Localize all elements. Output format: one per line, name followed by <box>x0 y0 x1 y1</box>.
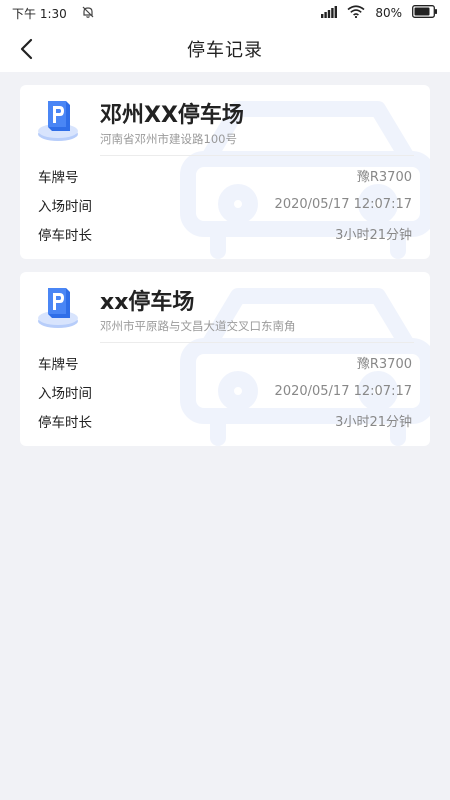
signal-icon <box>321 5 338 21</box>
notification-off-icon <box>81 5 95 22</box>
record-header: xx停车场 邓州市平原路与文昌大道交叉口东南角 <box>20 272 430 343</box>
record-header: 邓州XX停车场 河南省邓州市建设路100号 <box>20 85 430 156</box>
plate-label: 车牌号 <box>38 356 79 373</box>
record-details: 车牌号 豫R3700 入场时间 2020/05/17 12:07:17 停车时长… <box>20 342 430 439</box>
battery-icon <box>412 5 438 21</box>
plate-row: 车牌号 豫R3700 <box>38 161 412 190</box>
duration-row: 停车时长 3小时21分钟 <box>38 219 412 248</box>
page-title: 停车记录 <box>187 40 263 61</box>
navigation-bar: 停车记录 <box>0 26 450 72</box>
parking-lot-address: 河南省邓州市建设路100号 <box>100 132 237 146</box>
plate-value: 豫R3700 <box>356 357 412 372</box>
entry-time-value: 2020/05/17 12:07:17 <box>274 197 412 212</box>
parking-lot-name: xx停车场 <box>100 290 195 315</box>
parking-record-card[interactable]: 邓州XX停车场 河南省邓州市建设路100号 车牌号 豫R3700 入场时间 20… <box>20 85 430 259</box>
back-button[interactable] <box>12 34 42 64</box>
parking-lot-name: 邓州XX停车场 <box>100 103 244 128</box>
plate-value: 豫R3700 <box>356 170 412 185</box>
record-details: 车牌号 豫R3700 入场时间 2020/05/17 12:07:17 停车时长… <box>20 155 430 252</box>
status-time: 下午 1:30 <box>12 6 67 21</box>
parking-logo-icon <box>38 288 78 328</box>
entry-time-row: 入场时间 2020/05/17 12:07:17 <box>38 190 412 219</box>
plate-row: 车牌号 豫R3700 <box>38 348 412 377</box>
wifi-icon <box>347 5 365 21</box>
entry-time-label: 入场时间 <box>38 385 92 402</box>
parking-lot-address: 邓州市平原路与文昌大道交叉口东南角 <box>100 319 296 333</box>
duration-label: 停车时长 <box>38 414 92 431</box>
battery-percent: 80% <box>375 6 402 20</box>
entry-time-row: 入场时间 2020/05/17 12:07:17 <box>38 377 412 406</box>
duration-row: 停车时长 3小时21分钟 <box>38 406 412 435</box>
chevron-left-icon <box>20 38 33 60</box>
entry-time-label: 入场时间 <box>38 198 92 215</box>
parking-logo-icon <box>38 101 78 141</box>
duration-label: 停车时长 <box>38 227 92 244</box>
parking-record-card[interactable]: xx停车场 邓州市平原路与文昌大道交叉口东南角 车牌号 豫R3700 入场时间 … <box>20 272 430 446</box>
duration-value: 3小时21分钟 <box>335 228 412 243</box>
status-bar: 下午 1:30 80% <box>0 0 450 26</box>
plate-label: 车牌号 <box>38 169 79 186</box>
entry-time-value: 2020/05/17 12:07:17 <box>274 384 412 399</box>
duration-value: 3小时21分钟 <box>335 415 412 430</box>
